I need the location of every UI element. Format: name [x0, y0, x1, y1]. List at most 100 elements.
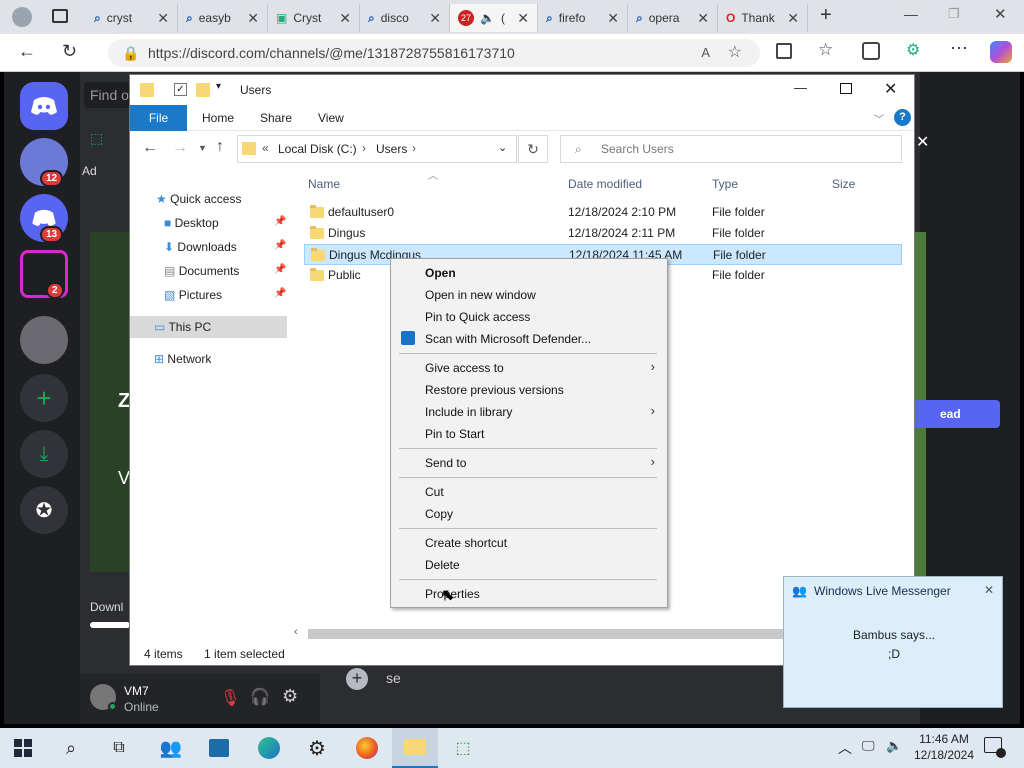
- nav-downloads[interactable]: ⬇ Downloads: [164, 236, 237, 258]
- menu-item-include-library[interactable]: Include in library: [425, 405, 512, 419]
- firefox-icon[interactable]: [344, 728, 390, 768]
- breadcrumb-users[interactable]: Users: [376, 142, 407, 156]
- find-conversation-input[interactable]: Find o: [84, 82, 132, 108]
- browser-tab[interactable]: ⌕ firefo ✕: [538, 4, 628, 32]
- clock-time[interactable]: 11:46 AM: [914, 732, 974, 746]
- quick-access-toolbar-icon[interactable]: ▾: [216, 81, 221, 92]
- restore-icon[interactable]: ❐: [948, 6, 960, 22]
- close-window-icon[interactable]: ✕: [994, 5, 1007, 23]
- username[interactable]: VM7: [124, 684, 149, 698]
- minimize-icon[interactable]: —: [904, 6, 918, 22]
- new-tab-icon[interactable]: +: [820, 4, 832, 27]
- watch-stream-button[interactable]: ead: [912, 400, 1000, 428]
- browser-tab[interactable]: O Thank ✕: [718, 4, 808, 32]
- forward-icon[interactable]: →: [172, 139, 188, 157]
- audio-icon[interactable]: 🔈: [480, 11, 495, 25]
- messenger-app-icon[interactable]: 👥: [148, 728, 194, 768]
- message-input[interactable]: se: [386, 670, 401, 686]
- close-icon[interactable]: ✕: [697, 10, 709, 27]
- search-input[interactable]: ⌕ Search Users: [560, 135, 902, 163]
- close-icon[interactable]: ✕: [607, 10, 619, 27]
- close-icon[interactable]: ✕: [247, 10, 259, 27]
- menu-item-restore-versions[interactable]: Restore previous versions: [425, 383, 564, 397]
- column-name[interactable]: Name: [308, 177, 340, 191]
- column-size[interactable]: Size: [832, 177, 855, 191]
- pin-icon[interactable]: 📌: [274, 216, 286, 227]
- settings-gear-icon[interactable]: ⚙: [282, 686, 298, 707]
- pin-icon[interactable]: 📌: [274, 288, 286, 299]
- server-avatar-icon[interactable]: [20, 316, 68, 364]
- chevron-down-icon[interactable]: ﹀: [874, 111, 884, 126]
- browser-tab[interactable]: ▣ Cryst ✕: [268, 4, 360, 32]
- close-icon[interactable]: ✕: [916, 132, 929, 152]
- browser-tab[interactable]: ⌕ cryst ✕: [86, 4, 178, 32]
- url-input[interactable]: 🔒 https://discord.com/channels/@me/13187…: [108, 39, 760, 67]
- help-icon[interactable]: ?: [894, 109, 911, 126]
- discord-home-icon[interactable]: [20, 82, 68, 130]
- browser-tab[interactable]: ⌕ disco ✕: [360, 4, 450, 32]
- file-explorer-icon[interactable]: [392, 728, 438, 768]
- presentation-app-icon[interactable]: [196, 728, 242, 768]
- menu-item-pin-quick-access[interactable]: Pin to Quick access: [425, 310, 530, 324]
- menu-item-create-shortcut[interactable]: Create shortcut: [425, 536, 507, 550]
- clock-date[interactable]: 12/18/2024: [910, 748, 978, 762]
- edge-icon[interactable]: [246, 728, 292, 768]
- close-icon[interactable]: ✕: [884, 79, 897, 99]
- up-icon[interactable]: ↑: [216, 138, 224, 156]
- nav-desktop[interactable]: ■ Desktop: [164, 212, 219, 234]
- close-icon[interactable]: ✕: [157, 10, 169, 27]
- read-aloud-icon[interactable]: A: [701, 39, 710, 67]
- network-status-icon[interactable]: 🖵: [862, 738, 875, 754]
- tab-view[interactable]: View: [304, 105, 358, 131]
- menu-item-copy[interactable]: Copy: [425, 507, 453, 521]
- favorite-star-icon[interactable]: ☆: [728, 39, 742, 67]
- browser-tab[interactable]: 27 🔈 (✕: [450, 4, 538, 32]
- menu-item-scan-defender[interactable]: Scan with Microsoft Defender...: [425, 332, 591, 346]
- maximize-icon[interactable]: [840, 83, 852, 94]
- menu-item-send-to[interactable]: Send to: [425, 456, 466, 470]
- nav-this-pc[interactable]: ▭ This PC: [154, 316, 211, 338]
- back-icon[interactable]: ←: [142, 139, 158, 157]
- tab-file[interactable]: File: [130, 105, 187, 131]
- breadcrumb-drive[interactable]: Local Disk (C:): [278, 142, 357, 156]
- back-icon[interactable]: ←: [18, 41, 36, 62]
- start-button[interactable]: [0, 728, 46, 768]
- properties-checkbox-icon[interactable]: ✓: [174, 83, 187, 96]
- copilot-icon[interactable]: [990, 41, 1012, 63]
- scroll-thumb[interactable]: [308, 629, 828, 639]
- tab-home[interactable]: Home: [188, 105, 248, 131]
- minimize-icon[interactable]: —: [794, 80, 807, 95]
- discord-app-icon[interactable]: ⬚: [440, 728, 486, 768]
- new-folder-icon[interactable]: [196, 83, 210, 97]
- add-server-icon[interactable]: +: [20, 374, 68, 422]
- pin-icon[interactable]: 📌: [274, 240, 286, 251]
- recent-locations-icon[interactable]: ▼: [198, 143, 207, 153]
- nav-quick-access[interactable]: ★ Quick access: [156, 188, 241, 210]
- task-view-icon[interactable]: ⧉: [96, 728, 142, 768]
- show-hidden-icons[interactable]: ︿: [838, 738, 852, 758]
- more-icon[interactable]: ⋯: [950, 38, 968, 59]
- close-icon[interactable]: ✕: [339, 10, 351, 27]
- nav-network[interactable]: ⊞ Network: [154, 348, 211, 370]
- table-row[interactable]: defaultuser0 12/18/2024 2:10 PM File fol…: [304, 202, 902, 223]
- address-path[interactable]: « Local Disk (C:) › Users › ⌄: [237, 135, 517, 163]
- menu-item-pin-start[interactable]: Pin to Start: [425, 427, 484, 441]
- close-icon[interactable]: ✕: [517, 10, 529, 27]
- favorites-icon[interactable]: ☆: [818, 40, 833, 60]
- nav-documents[interactable]: ▤ Documents: [164, 260, 239, 282]
- menu-item-give-access[interactable]: Give access to: [425, 361, 504, 375]
- menu-item-open-new-window[interactable]: Open in new window: [425, 288, 536, 302]
- collections-icon[interactable]: [862, 42, 880, 60]
- column-date-modified[interactable]: Date modified: [568, 177, 642, 191]
- settings-gear-icon[interactable]: ⚙: [294, 728, 340, 768]
- messenger-toast[interactable]: 👥 Windows Live Messenger ✕ Bambus says..…: [783, 576, 1003, 708]
- close-icon[interactable]: ✕: [429, 10, 441, 27]
- pin-icon[interactable]: 📌: [274, 264, 286, 275]
- search-icon[interactable]: ⌕: [48, 728, 94, 768]
- menu-item-cut[interactable]: Cut: [425, 485, 444, 499]
- menu-item-open[interactable]: Open: [425, 266, 456, 280]
- extensions-icon[interactable]: ⚙: [906, 40, 920, 60]
- nav-pictures[interactable]: ▧ Pictures: [164, 284, 222, 306]
- add-attachment-icon[interactable]: +: [346, 668, 368, 690]
- refresh-icon[interactable]: ↻: [518, 135, 548, 163]
